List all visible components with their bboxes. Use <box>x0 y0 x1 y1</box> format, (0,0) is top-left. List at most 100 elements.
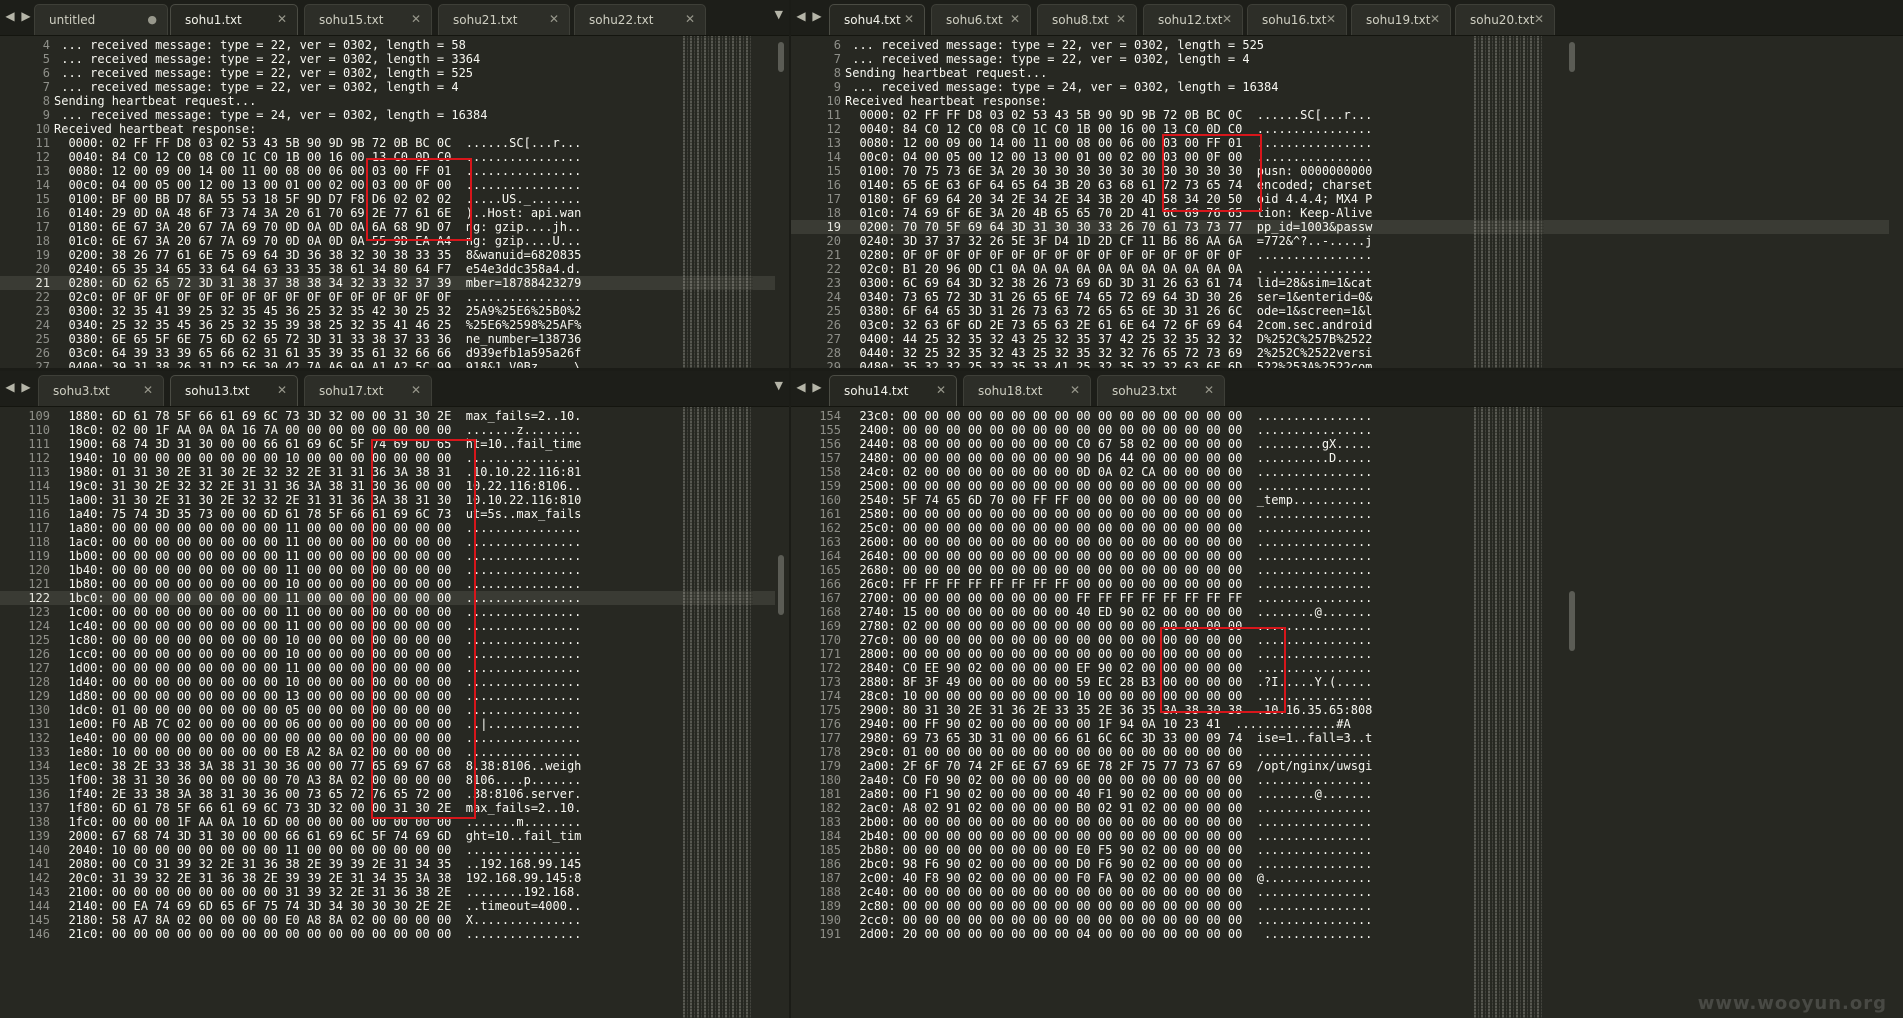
close-icon[interactable]: ✕ <box>1534 12 1544 26</box>
tab-scroll-right-icon[interactable]: ▶ <box>20 8 32 24</box>
line-number: 123 <box>28 605 50 619</box>
tab-label: untitled <box>49 13 96 27</box>
tab-sohu1[interactable]: sohu1.txt ✕ <box>170 4 298 35</box>
close-icon[interactable]: ✕ <box>411 383 421 397</box>
code-line: 0300: 32 35 41 39 25 32 35 45 36 25 32 3… <box>54 304 582 318</box>
vertical-scrollbar[interactable] <box>1568 411 1576 1014</box>
scroll-thumb[interactable] <box>778 555 784 615</box>
line-number: 130 <box>28 703 50 717</box>
tab-untitled[interactable]: untitled ● <box>34 4 168 35</box>
close-icon[interactable]: ✕ <box>1222 12 1232 26</box>
line-number: 16 <box>826 178 841 192</box>
line-number: 9 <box>42 108 50 122</box>
close-icon[interactable]: ✕ <box>1204 383 1214 397</box>
code-line: 1f80: 6D 61 78 5F 66 61 69 6C 73 3D 32 0… <box>54 801 582 815</box>
code-line: 1c40: 00 00 00 00 00 00 00 00 11 00 00 0… <box>54 619 582 633</box>
tab-sohu18[interactable]: sohu18.txt ✕ <box>963 375 1091 406</box>
code-line: 1900: 68 74 3D 31 30 00 00 66 61 69 6C 5… <box>54 437 582 451</box>
line-number: 9 <box>833 80 841 94</box>
close-icon[interactable]: ✕ <box>143 383 153 397</box>
tab-scroll-left-icon[interactable]: ◀ <box>795 379 807 395</box>
tab-label: sohu23.txt <box>1112 384 1177 398</box>
line-number: 144 <box>28 899 50 913</box>
tab-sohu15[interactable]: sohu15.txt ✕ <box>304 4 432 35</box>
tab-scroll-right-icon[interactable]: ▶ <box>811 379 823 395</box>
code-line: ... received message: type = 22, ver = 0… <box>845 38 1265 52</box>
tab-scroll-right-icon[interactable]: ▶ <box>811 8 823 24</box>
line-number: 4 <box>42 38 50 52</box>
tab-sohu16[interactable]: sohu16.txt ✕ <box>1247 4 1347 35</box>
vertical-scrollbar[interactable] <box>777 40 785 364</box>
line-number: 5 <box>42 52 50 66</box>
tab-sohu12[interactable]: sohu12.txt ✕ <box>1143 4 1243 35</box>
scroll-thumb[interactable] <box>778 42 784 72</box>
line-number: 8 <box>833 66 841 80</box>
code-line: 02c0: B1 20 96 0D C1 0A 0A 0A 0A 0A 0A 0… <box>845 262 1373 276</box>
line-number: 20 <box>35 262 50 276</box>
close-icon[interactable]: ✕ <box>936 383 946 397</box>
close-icon[interactable]: ✕ <box>549 12 559 26</box>
minimap[interactable] <box>1474 36 1544 368</box>
tab-sohu22[interactable]: sohu22.txt ✕ <box>574 4 706 35</box>
tab-sohu21[interactable]: sohu21.txt ✕ <box>438 4 570 35</box>
code-line: 26c0: FF FF FF FF FF FF FF FF 00 00 00 0… <box>845 577 1373 591</box>
text-area[interactable]: 23c0: 00 00 00 00 00 00 00 00 00 00 00 0… <box>845 407 1773 1018</box>
close-icon[interactable]: ✕ <box>277 12 287 26</box>
tab-sohu20[interactable]: sohu20.txt ✕ <box>1455 4 1555 35</box>
line-number: 26 <box>35 346 50 360</box>
tab-sohu17[interactable]: sohu17.txt ✕ <box>304 375 432 406</box>
minimap[interactable] <box>683 36 753 368</box>
line-number: 127 <box>28 661 50 675</box>
tab-label: sohu15.txt <box>319 13 384 27</box>
code-line: 01c0: 74 69 6F 6E 3A 20 4B 65 65 70 2D 4… <box>845 206 1373 220</box>
code-line: 0240: 3D 37 37 32 26 5E 3F D4 1D 2D CF 1… <box>845 234 1373 248</box>
vertical-scrollbar[interactable] <box>1568 40 1576 364</box>
tab-list-chevron-icon[interactable]: ▼ <box>775 8 783 21</box>
tab-sohu19[interactable]: sohu19.txt ✕ <box>1351 4 1451 35</box>
vertical-scrollbar[interactable] <box>777 411 785 1014</box>
tab-sohu3[interactable]: sohu3.txt ✕ <box>38 375 164 406</box>
code-line: 0040: 84 C0 12 C0 08 C0 1C C0 1B 00 16 0… <box>845 122 1373 136</box>
line-number: 118 <box>28 535 50 549</box>
tab-sohu8[interactable]: sohu8.txt ✕ <box>1037 4 1137 35</box>
line-number: 113 <box>28 465 50 479</box>
close-icon[interactable]: ✕ <box>1010 12 1020 26</box>
line-number: 13 <box>35 164 50 178</box>
tab-sohu23[interactable]: sohu23.txt ✕ <box>1097 375 1225 406</box>
tab-scroll-right-icon[interactable]: ▶ <box>20 379 32 395</box>
close-icon[interactable]: ✕ <box>904 12 914 26</box>
tab-label: sohu16.txt <box>1262 13 1327 27</box>
line-number: 15 <box>35 192 50 206</box>
tab-scroll-left-icon[interactable]: ◀ <box>4 379 16 395</box>
code-line: 2600: 00 00 00 00 00 00 00 00 00 00 00 0… <box>845 535 1373 549</box>
close-icon[interactable]: ✕ <box>1326 12 1336 26</box>
line-number: 25 <box>35 332 50 346</box>
tab-sohu14[interactable]: sohu14.txt ✕ <box>829 375 957 406</box>
scroll-thumb[interactable] <box>1569 591 1575 651</box>
code-line: 1ec0: 38 2E 33 38 3A 38 31 30 36 00 00 7… <box>54 759 582 773</box>
close-icon[interactable]: ✕ <box>1430 12 1440 26</box>
code-line: Sending heartbeat request... <box>845 66 1048 80</box>
close-icon[interactable]: ✕ <box>1116 12 1126 26</box>
tab-sohu4[interactable]: sohu4.txt ✕ <box>829 4 925 35</box>
close-icon[interactable]: ✕ <box>1070 383 1080 397</box>
tab-scroll-left-icon[interactable]: ◀ <box>4 8 16 24</box>
line-number: 29 <box>826 360 841 368</box>
line-number: 161 <box>819 507 841 521</box>
close-icon[interactable]: ✕ <box>411 12 421 26</box>
close-icon[interactable]: ✕ <box>277 383 287 397</box>
line-number: 116 <box>28 507 50 521</box>
scroll-thumb[interactable] <box>1569 42 1575 72</box>
tab-scroll-left-icon[interactable]: ◀ <box>795 8 807 24</box>
unsaved-dot-icon[interactable]: ● <box>147 13 157 26</box>
tab-list-chevron-icon[interactable]: ▼ <box>775 379 783 392</box>
minimap[interactable] <box>1474 407 1544 1018</box>
close-icon[interactable]: ✕ <box>685 12 695 26</box>
text-area[interactable]: 1880: 6D 61 78 5F 66 61 69 6C 73 3D 32 0… <box>54 407 659 1018</box>
text-area[interactable]: ... received message: type = 22, ver = 0… <box>845 36 1773 368</box>
text-area[interactable]: ... received message: type = 22, ver = 0… <box>54 36 659 368</box>
code-line: 0280: 6D 62 65 72 3D 31 38 37 38 38 34 3… <box>54 276 582 290</box>
tab-sohu13[interactable]: sohu13.txt ✕ <box>170 375 298 406</box>
minimap[interactable] <box>683 407 753 1018</box>
tab-sohu6[interactable]: sohu6.txt ✕ <box>931 4 1031 35</box>
